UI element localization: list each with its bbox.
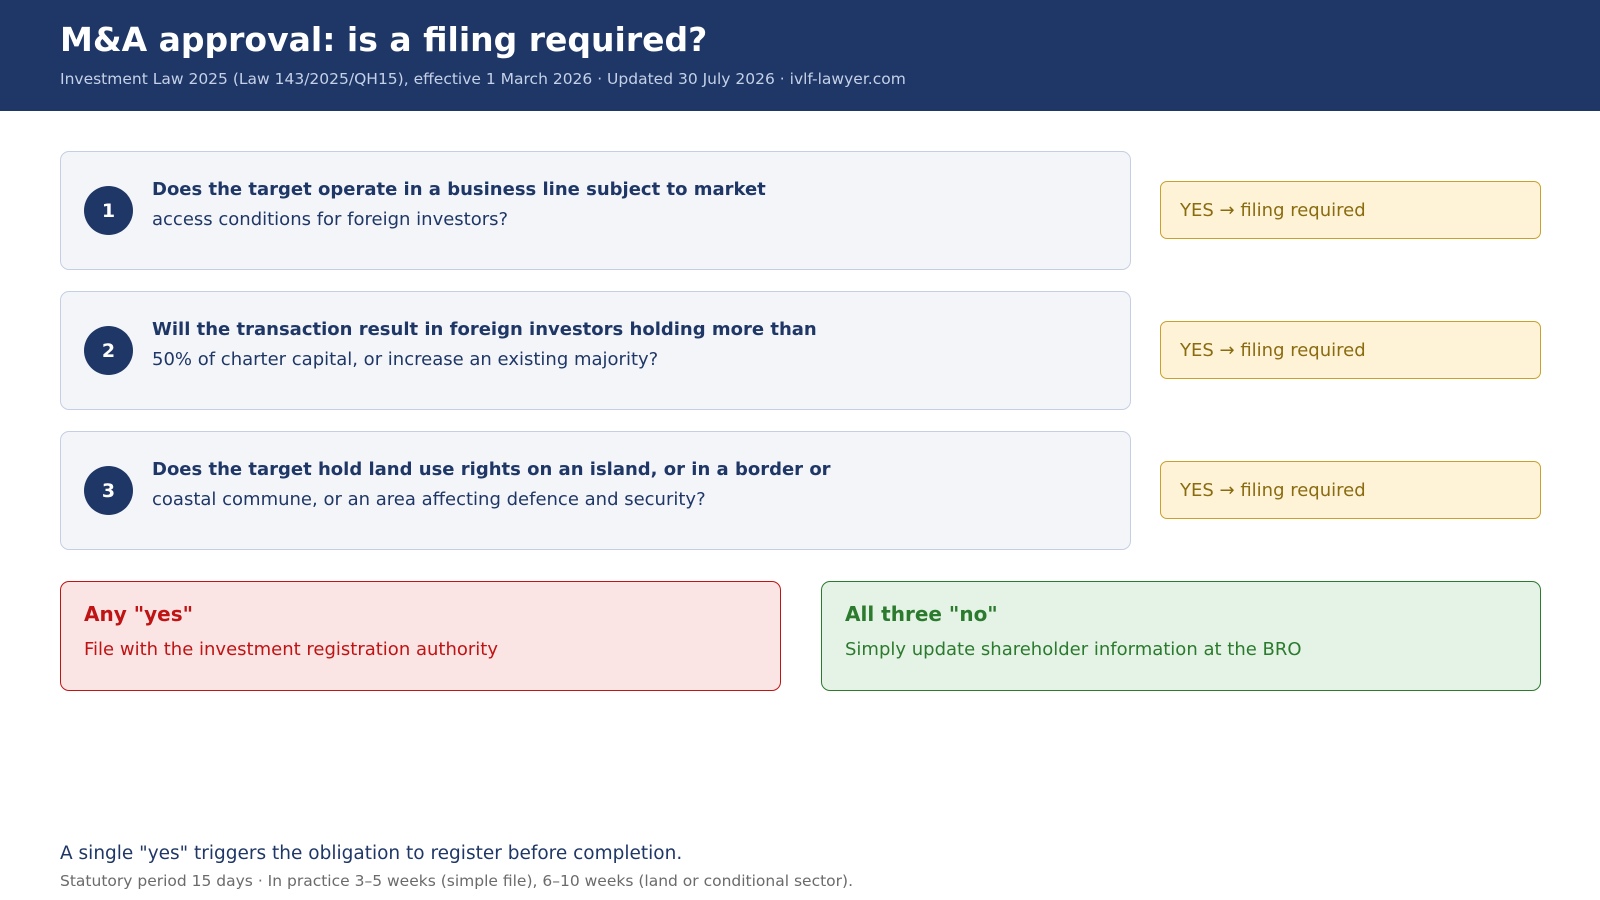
question-card-3: 3 Does the target hold land use rights o… [60,431,1131,550]
footer-note: A single "yes" triggers the obligation t… [60,843,683,864]
question-card-2: 2 Will the transaction result in foreign… [60,291,1131,410]
step-number-badge: 2 [84,326,133,375]
question-card-1: 1 Does the target operate in a business … [60,151,1131,270]
result-any-yes-title: Any "yes" [84,602,194,626]
question-text: coastal commune, or an area affecting de… [152,489,706,510]
yes-outcome-3: YES → filing required [1160,461,1541,519]
page-header: M&A approval: is a filing required? Inve… [0,0,1600,111]
result-all-no: All three "no" Simply update shareholder… [821,581,1541,691]
result-any-yes-text: File with the investment registration au… [84,639,498,660]
question-text-bold: Does the target operate in a business li… [152,179,766,200]
step-number-badge: 1 [84,186,133,235]
question-text: 50% of charter capital, or increase an e… [152,349,659,370]
step-number-badge: 3 [84,466,133,515]
question-text-bold: Will the transaction result in foreign i… [152,319,817,340]
page-title: M&A approval: is a filing required? [60,20,708,59]
result-all-no-title: All three "no" [845,602,998,626]
result-any-yes: Any "yes" File with the investment regis… [60,581,781,691]
footer-detail: Statutory period 15 days · In practice 3… [60,872,854,890]
question-text-bold: Does the target hold land use rights on … [152,459,831,480]
page-subtitle: Investment Law 2025 (Law 143/2025/QH15),… [60,70,906,88]
result-all-no-text: Simply update shareholder information at… [845,639,1302,660]
question-text: access conditions for foreign investors? [152,209,509,230]
yes-outcome-1: YES → filing required [1160,181,1541,239]
yes-outcome-2: YES → filing required [1160,321,1541,379]
